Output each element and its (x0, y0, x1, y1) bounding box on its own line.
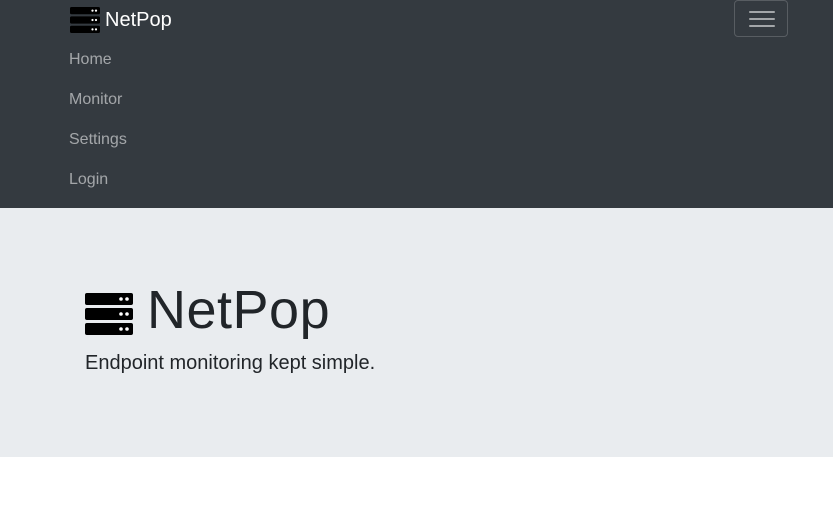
nav-menu: Home Monitor Settings Login (69, 40, 127, 200)
nav-link-monitor[interactable]: Monitor (69, 80, 127, 120)
navbar-brand-label: NetPop (105, 9, 172, 31)
hero-lead-text: Endpoint monitoring kept simple. (85, 352, 376, 374)
navbar-toggler-button[interactable] (734, 0, 788, 37)
server-icon (70, 7, 100, 33)
top-navbar: NetPop Home Monitor Settings Login (0, 0, 833, 208)
nav-link-home[interactable]: Home (69, 40, 127, 80)
hero-jumbotron: NetPop Endpoint monitoring kept simple. (0, 208, 833, 457)
navbar-brand[interactable]: NetPop (70, 7, 172, 33)
nav-link-login[interactable]: Login (69, 160, 127, 200)
server-icon (85, 293, 133, 335)
hamburger-menu-icon (749, 9, 775, 29)
nav-link-settings[interactable]: Settings (69, 120, 127, 160)
hero-title: NetPop (147, 280, 331, 340)
